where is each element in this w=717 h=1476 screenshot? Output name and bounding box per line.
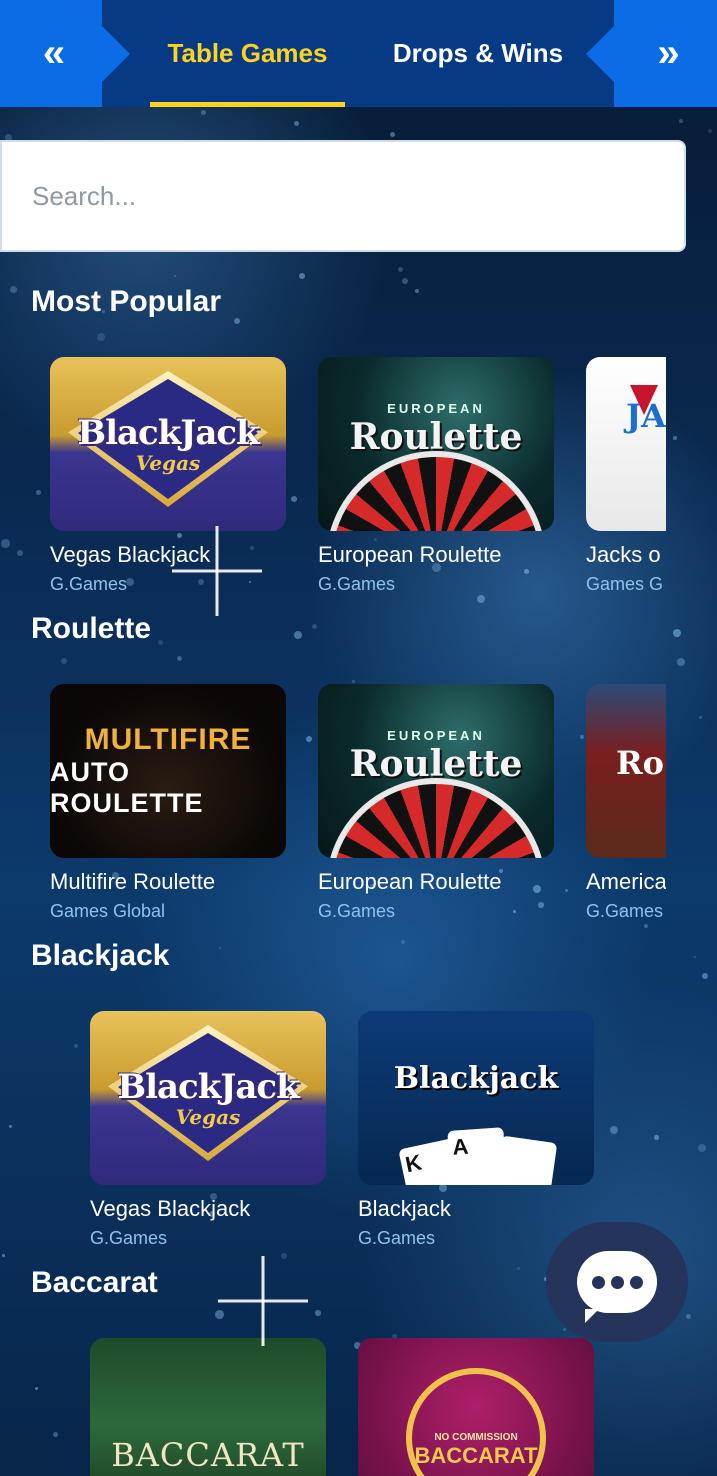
- chat-bubble-icon: [577, 1251, 657, 1323]
- thumb-logo-text: MULTIFIRE: [84, 723, 252, 756]
- game-card[interactable]: JAC Jacks o Games G: [586, 357, 666, 595]
- game-thumbnail[interactable]: MULTIFIRE AUTO ROULETTE: [50, 684, 286, 858]
- thumb-logo-subtext: AUTO ROULETTE: [50, 757, 204, 818]
- game-thumbnail[interactable]: NO COMMISSION BACCARAT: [358, 1338, 594, 1476]
- game-name: Blackjack: [358, 1196, 451, 1221]
- game-provider: G.Games: [90, 1228, 168, 1248]
- section-title-blackjack: Blackjack: [31, 939, 170, 972]
- game-row-baccarat: BACCARAT NO COMMISSION BACCARAT: [0, 1338, 666, 1476]
- thumb-logo-text: BACCARAT: [414, 1442, 538, 1468]
- game-name: Vegas Blackjack: [90, 1196, 251, 1221]
- tab-table-games[interactable]: Table Games: [150, 0, 345, 107]
- section-title-most-popular: Most Popular: [31, 285, 222, 318]
- thumb-logo-subtext: Vegas: [135, 451, 201, 475]
- game-provider: G.Games: [586, 901, 664, 921]
- game-thumbnail[interactable]: Blackjack K A: [358, 1011, 594, 1185]
- thumb-logo-text: BACCARAT: [111, 1436, 305, 1474]
- next-category-button[interactable]: »: [586, 0, 717, 107]
- game-provider: Games G: [586, 574, 664, 594]
- sparkle-decoration: [218, 1256, 308, 1346]
- roulette-wheel-icon: [326, 778, 546, 858]
- game-thumbnail[interactable]: EUROPEAN Roulette: [318, 357, 554, 531]
- game-thumbnail[interactable]: BACCARAT: [90, 1338, 326, 1476]
- game-name: Jacks o: [586, 542, 661, 567]
- prev-category-button[interactable]: «: [0, 0, 130, 107]
- thumb-logo-subtext: Vegas: [175, 1105, 241, 1129]
- thumb-logo-subtext: EUROPEAN: [387, 727, 485, 743]
- thumb-logo-subtext: NO COMMISSION: [434, 1431, 518, 1443]
- thumb-logo-text: JAC: [626, 397, 666, 435]
- game-name: European Roulette: [318, 869, 502, 894]
- game-thumbnail[interactable]: Ro: [586, 684, 666, 858]
- game-name: European Roulette: [318, 542, 502, 567]
- double-chevron-right-icon: »: [657, 31, 679, 75]
- game-card[interactable]: BlackJack Vegas Vegas Blackjack G.Games: [50, 357, 286, 595]
- game-card[interactable]: EUROPEAN Roulette European Roulette G.Ga…: [318, 357, 554, 595]
- game-card[interactable]: MULTIFIRE AUTO ROULETTE Multifire Roulet…: [50, 684, 286, 922]
- game-provider: G.Games: [318, 901, 396, 921]
- game-name: Multifire Roulette: [50, 869, 216, 894]
- tab-drops-wins[interactable]: Drops & Wins: [380, 0, 576, 107]
- section-title-baccarat: Baccarat: [31, 1266, 158, 1299]
- chat-button[interactable]: [546, 1222, 688, 1342]
- double-chevron-left-icon: «: [42, 31, 65, 75]
- game-row-blackjack: BlackJack Vegas Vegas Blackjack G.Games …: [0, 1011, 666, 1261]
- game-thumbnail[interactable]: EUROPEAN Roulette: [318, 684, 554, 858]
- game-row-most-popular: BlackJack Vegas Vegas Blackjack G.Games …: [0, 357, 666, 607]
- game-card[interactable]: BACCARAT: [90, 1338, 326, 1476]
- game-card[interactable]: EUROPEAN Roulette European Roulette G.Ga…: [318, 684, 554, 922]
- category-nav: « » Table Games Drops & Wins: [0, 0, 717, 107]
- playing-cards-icon: K A: [396, 1125, 566, 1185]
- thumb-logo-subtext: EUROPEAN: [387, 400, 485, 416]
- thumb-logo-text: BlackJack: [77, 413, 259, 453]
- game-provider: G.Games: [50, 574, 128, 594]
- thumb-logo-text: Blackjack: [393, 1060, 559, 1096]
- game-provider: G.Games: [318, 574, 396, 594]
- game-name: America: [586, 869, 666, 894]
- thumb-logo-text: BlackJack: [117, 1067, 299, 1107]
- game-provider: Games Global: [50, 901, 166, 921]
- game-thumbnail[interactable]: JAC: [586, 357, 666, 531]
- game-card[interactable]: BlackJack Vegas Vegas Blackjack G.Games: [90, 1011, 326, 1249]
- game-card[interactable]: Ro America G.Games: [586, 684, 666, 922]
- game-thumbnail[interactable]: BlackJack Vegas: [90, 1011, 326, 1185]
- thumb-logo-text: Ro: [616, 744, 664, 782]
- game-row-roulette: MULTIFIRE AUTO ROULETTE Multifire Roulet…: [0, 684, 666, 934]
- game-card[interactable]: Blackjack K A Blackjack G.Games: [358, 1011, 594, 1249]
- game-thumbnail[interactable]: BlackJack Vegas: [50, 357, 286, 531]
- search-input[interactable]: [0, 140, 686, 252]
- game-name: Vegas Blackjack: [50, 542, 211, 567]
- game-card[interactable]: NO COMMISSION BACCARAT: [358, 1338, 594, 1476]
- section-title-roulette: Roulette: [31, 612, 151, 645]
- roulette-wheel-icon: [326, 451, 546, 531]
